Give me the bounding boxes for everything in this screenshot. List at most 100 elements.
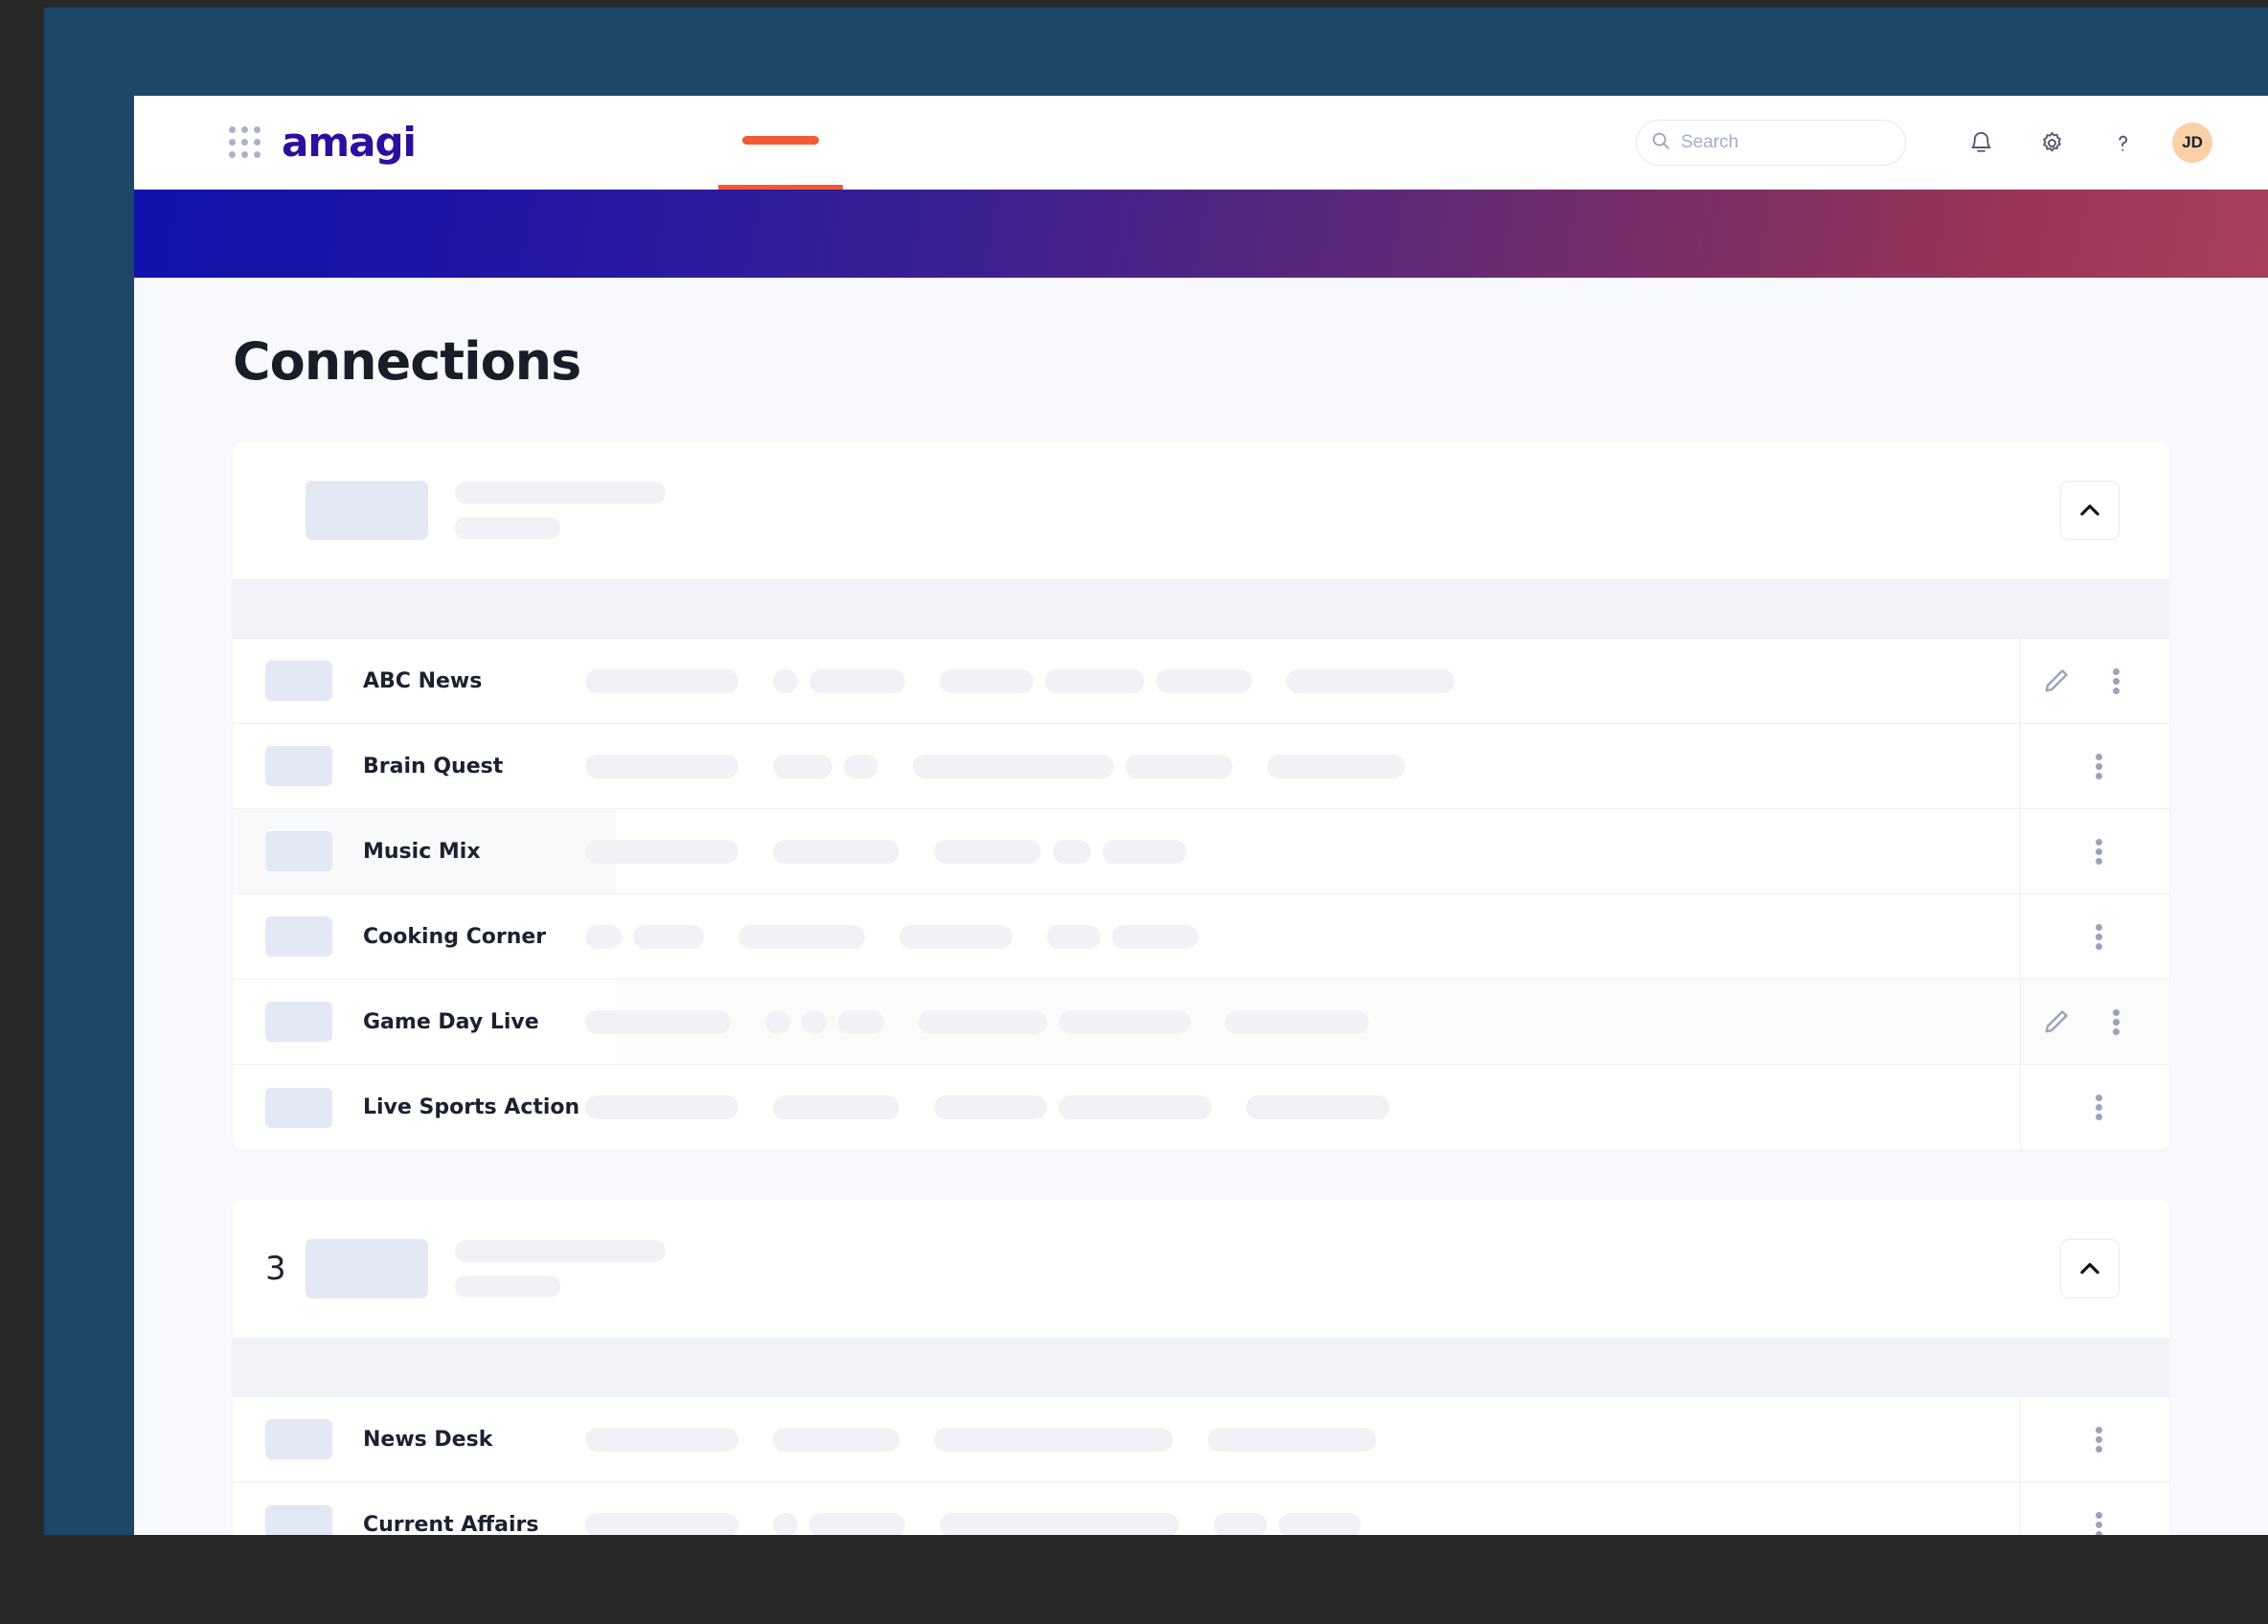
skeleton-bar	[455, 482, 666, 504]
more-options-icon[interactable]	[2079, 832, 2118, 870]
row-actions	[2079, 1506, 2135, 1535]
row-cell-skeleton	[585, 1427, 738, 1452]
skeleton-pill	[1102, 839, 1187, 864]
column-divider	[2020, 809, 2021, 893]
row-cell-skeleton	[934, 839, 1187, 864]
table-row[interactable]: Music Mix	[233, 809, 2169, 894]
connection-card: 3 News Desk Current Affairs	[233, 1200, 2169, 1535]
column-divider	[2020, 724, 2021, 808]
column-divider	[2020, 1397, 2021, 1481]
row-cell-skeleton	[1286, 668, 1455, 693]
skeleton-pill	[940, 668, 1033, 693]
row-cell-skeleton	[934, 1427, 1173, 1452]
row-cell-skeleton	[934, 1095, 1212, 1119]
row-title: Current Affairs	[363, 1513, 539, 1535]
row-thumbnail	[265, 1419, 332, 1459]
row-title: ABC News	[363, 668, 483, 693]
more-options-icon[interactable]	[2079, 917, 2118, 956]
table-row[interactable]: Brain Quest	[233, 724, 2169, 809]
skeleton-pill	[838, 1009, 884, 1034]
column-divider	[2020, 980, 2021, 1064]
chevron-up-icon[interactable]	[2060, 481, 2120, 540]
edit-pencil-icon[interactable]	[2037, 662, 2075, 700]
skeleton-pill	[919, 1009, 1047, 1034]
bell-icon[interactable]	[1956, 118, 2006, 168]
row-cell-skeleton	[585, 1009, 731, 1034]
edit-pencil-icon[interactable]	[2037, 1003, 2075, 1041]
nav-tab-active[interactable]	[718, 96, 843, 190]
more-options-icon[interactable]	[2079, 747, 2118, 785]
skeleton-pill	[773, 839, 899, 864]
row-actions	[2037, 662, 2135, 700]
skeleton-pill	[773, 1513, 798, 1535]
desktop-background: amagi Search JD Connections ABC News Bra…	[0, 0, 2268, 1624]
skeleton-pill	[633, 924, 704, 949]
column-divider	[2020, 1482, 2021, 1535]
skeleton-pill	[773, 1427, 899, 1452]
skeleton-pill	[934, 839, 1041, 864]
row-cell-skeleton	[899, 924, 1012, 949]
row-thumbnail	[265, 1087, 332, 1128]
skeleton-pill	[765, 1009, 790, 1034]
skeleton-pill	[773, 668, 798, 693]
row-thumbnail	[265, 831, 332, 871]
amagi-logo[interactable]: amagi	[282, 119, 417, 166]
skeleton-pill	[934, 1095, 1047, 1119]
skeleton-pill	[1156, 668, 1252, 693]
skeleton-pill	[1112, 924, 1198, 949]
row-cell-skeleton	[773, 754, 878, 778]
row-actions	[2079, 1089, 2135, 1127]
skeleton-pill	[585, 1009, 731, 1034]
more-options-icon[interactable]	[2097, 1003, 2135, 1041]
skeleton-pill	[809, 1513, 905, 1535]
more-options-icon[interactable]	[2079, 1506, 2118, 1535]
skeleton-pill	[1267, 754, 1405, 778]
row-title: Brain Quest	[363, 754, 504, 778]
row-cell-skeleton	[765, 1009, 884, 1034]
skeleton-pill	[1058, 1095, 1212, 1119]
skeleton-pill	[934, 1427, 1173, 1452]
search-input[interactable]	[1681, 132, 1863, 153]
row-cell-skeleton	[585, 839, 738, 864]
skeleton-pill	[773, 754, 832, 778]
table-header	[233, 1338, 2169, 1397]
row-cell-skeleton	[585, 1095, 738, 1119]
row-actions	[2079, 747, 2135, 785]
row-title: News Desk	[363, 1427, 493, 1452]
row-cell-skeleton	[1267, 754, 1405, 778]
more-options-icon[interactable]	[2079, 1420, 2118, 1458]
search-input-wrapper[interactable]	[1636, 120, 1906, 166]
table-row[interactable]: News Desk	[233, 1397, 2169, 1482]
skeleton-pill	[1047, 924, 1100, 949]
row-title: Live Sports Action	[363, 1095, 580, 1119]
skeleton-pill	[585, 668, 738, 693]
row-thumbnail	[265, 661, 332, 701]
apps-grid-icon[interactable]	[229, 126, 261, 158]
table-row[interactable]: ABC News	[233, 639, 2169, 724]
card-header: 3	[233, 1200, 2169, 1338]
row-cell-skeleton	[773, 1427, 899, 1452]
row-cell-skeleton	[773, 1513, 905, 1535]
skeleton-pill	[1279, 1513, 1361, 1535]
more-options-icon[interactable]	[2097, 662, 2135, 700]
nav-tab-label-skeleton	[742, 136, 819, 145]
avatar[interactable]: JD	[2172, 123, 2212, 163]
table-row[interactable]: Game Day Live	[233, 980, 2169, 1065]
more-options-icon[interactable]	[2079, 1089, 2118, 1127]
app-header: amagi Search JD	[134, 96, 2268, 190]
card-header	[233, 441, 2169, 579]
skeleton-pill	[1213, 1513, 1267, 1535]
row-cell-skeleton	[1213, 1513, 1361, 1535]
table-row[interactable]: Live Sports Action	[233, 1065, 2169, 1150]
row-title: Music Mix	[363, 839, 481, 864]
table-header	[233, 579, 2169, 639]
table-row[interactable]: Cooking Corner	[233, 894, 2169, 980]
help-icon[interactable]	[2098, 118, 2147, 168]
gear-icon[interactable]	[2027, 118, 2076, 168]
skeleton-pill	[1058, 1009, 1191, 1034]
table-row[interactable]: Current Affairs	[233, 1482, 2169, 1535]
chevron-up-icon[interactable]	[2060, 1239, 2120, 1298]
row-cell-skeleton	[940, 1513, 1179, 1535]
skeleton-pill	[940, 1513, 1179, 1535]
skeleton-pill	[773, 1095, 899, 1119]
